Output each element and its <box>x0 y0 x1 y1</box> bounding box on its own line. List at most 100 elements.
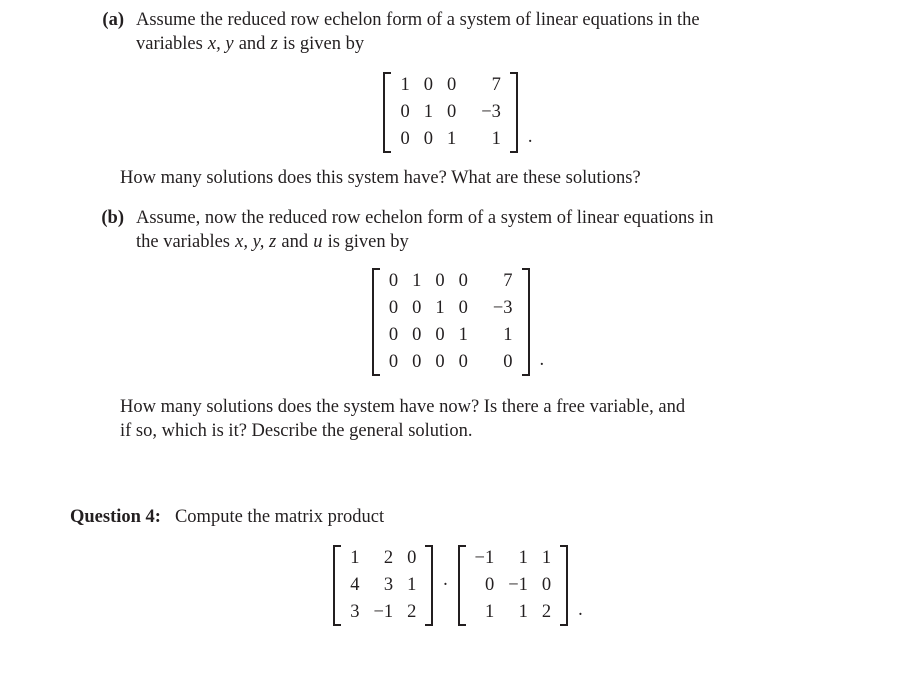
matrix-factor1-cell: 3 <box>350 602 360 622</box>
matrix-b-cell: 7 <box>503 271 513 291</box>
exercise-item-a: (a) Assume the reduced row echelon form … <box>78 8 790 56</box>
matrix-b-cell: 0 <box>458 271 468 291</box>
matrix-factor2-cell: 1 <box>518 602 528 622</box>
matrix-b-cell: 1 <box>412 271 422 291</box>
matrix-factor2-cell: −1 <box>474 548 495 568</box>
matrix-b-row: 0 0 0 1 1 <box>382 322 520 349</box>
matrix-b-cell: 0 <box>412 352 422 372</box>
matrix-a-cell: 7 <box>491 75 501 95</box>
matrix-b-cell: 0 <box>503 352 513 372</box>
matrix-factor1-cell: −1 <box>373 602 394 622</box>
item-b-line2-pre: the variables <box>136 232 235 252</box>
matrix-factor2-cell: 1 <box>484 602 495 622</box>
exercise-item-b: (b) Assume, now the reduced row echelon … <box>78 206 794 254</box>
matrix-a-trailing-period: . <box>527 127 533 147</box>
matrix-b-cell: 0 <box>388 352 399 372</box>
matrix-a-cell: 1 <box>491 129 501 149</box>
matrix-b-cell: −3 <box>492 298 513 318</box>
item-b-line2-post: is given by <box>322 232 409 252</box>
matrix-b-cell: 0 <box>435 325 445 345</box>
bracket-right-icon <box>508 72 518 153</box>
bracket-right-icon <box>423 545 434 626</box>
matrix-factor2-row: 1 1 2 <box>468 599 559 626</box>
matrix-factor1-cell: 1 <box>407 575 417 595</box>
matrix-a-display: 1 0 0 7 0 1 0 −3 0 0 1 1 . <box>0 72 916 153</box>
matrix-a-cell: 0 <box>400 102 410 122</box>
item-b-variables-xyz: x, y, z <box>235 232 277 252</box>
matrix-factor1-cell: 1 <box>350 548 360 568</box>
item-a-line2-post: is given by <box>278 34 365 54</box>
matrix-b-cell: 1 <box>503 325 513 345</box>
question-4-text: Compute the matrix product <box>174 507 385 527</box>
bracket-left-icon <box>371 268 382 376</box>
matrix-a-row: 0 1 0 −3 <box>393 99 507 126</box>
matrix-a-cell: 0 <box>446 102 457 122</box>
matrix-factor2-cell: 0 <box>541 575 552 595</box>
bracket-left-icon <box>457 545 468 626</box>
prompt-a-text: How many solutions does this system have… <box>120 168 641 188</box>
matrix-a-cell: 1 <box>446 129 457 149</box>
bracket-right-icon <box>520 268 530 376</box>
matrix-factor2-cell: −1 <box>508 575 528 595</box>
matrix-a-table: 1 0 0 7 0 1 0 −3 0 0 1 1 <box>393 72 507 153</box>
matrix-b-cell: 1 <box>458 325 468 345</box>
prompt-b-line1: How many solutions does the system have … <box>120 397 686 417</box>
matrix-b-cell: 0 <box>435 352 445 372</box>
item-b-label: (b) <box>101 208 124 228</box>
question-4-label: Question 4: <box>70 507 161 527</box>
matrix-factor1-row: 1 2 0 <box>343 545 423 572</box>
matrix-product: 1 2 0 4 3 1 3 −1 2 · −1 1 1 0 −1 0 1 1 2… <box>333 545 583 626</box>
item-b-line2: the variables x, y, z and u is given by <box>136 230 794 254</box>
matrix-b-row: 0 0 0 0 0 <box>382 349 520 376</box>
matrix-a-cell: 1 <box>400 75 410 95</box>
item-a-line1-text: Assume the reduced row echelon form of a… <box>136 10 700 30</box>
question-4-heading: Question 4: Compute the matrix product <box>70 505 850 529</box>
matrix-factor2-row: 0 −1 0 <box>468 572 559 599</box>
matrix-b-table: 0 1 0 0 7 0 0 1 0 −3 0 0 0 1 1 0 0 0 0 0 <box>382 268 520 376</box>
matrix-product-display: 1 2 0 4 3 1 3 −1 2 · −1 1 1 0 −1 0 1 1 2… <box>0 545 916 626</box>
matrix-factor1-cell: 2 <box>383 548 394 568</box>
matrix-a-cell: −3 <box>481 102 501 122</box>
matrix-a-row: 0 0 1 1 <box>393 126 507 153</box>
matrix-b-cell: 0 <box>412 298 422 318</box>
matrix-factor2-cell: 2 <box>541 602 552 622</box>
item-b-line2-mid: and <box>276 232 313 252</box>
matrix-b-display: 0 1 0 0 7 0 0 1 0 −3 0 0 0 1 1 0 0 0 0 0… <box>0 268 916 376</box>
matrix-factor1-row: 3 −1 2 <box>343 599 423 626</box>
matrix-a-row: 1 0 0 7 <box>393 72 507 99</box>
matrix-b-row: 0 0 1 0 −3 <box>382 295 520 322</box>
item-b-body: Assume, now the reduced row echelon form… <box>136 206 794 254</box>
matrix-product-trailing-period: . <box>578 600 583 620</box>
matrix-a-cell: 0 <box>446 75 457 95</box>
matrix-a-cell: 0 <box>423 129 433 149</box>
matrix-a: 1 0 0 7 0 1 0 −3 0 0 1 1 . <box>383 72 533 153</box>
matrix-factor1-table: 1 2 0 4 3 1 3 −1 2 <box>343 545 423 626</box>
matrix-b-cell: 0 <box>388 325 399 345</box>
matrix-b-cell: 1 <box>435 298 445 318</box>
matrix-factor2-cell: 0 <box>484 575 495 595</box>
prompt-a: How many solutions does this system have… <box>120 166 792 190</box>
item-b-line1-text: Assume, now the reduced row echelon form… <box>136 208 714 228</box>
matrix-b-cell: 0 <box>435 271 445 291</box>
matrix-factor2-table: −1 1 1 0 −1 0 1 1 2 <box>468 545 559 626</box>
matrix-b-trailing-period: . <box>539 350 545 370</box>
bracket-left-icon <box>333 545 343 626</box>
item-a-line2: variables x, y and z is given by <box>136 32 790 56</box>
matrix-b-cell: 0 <box>388 271 399 291</box>
item-a-variables-xy: x, y <box>207 34 234 54</box>
item-a-label: (a) <box>102 10 124 30</box>
matrix-b: 0 1 0 0 7 0 0 1 0 −3 0 0 0 1 1 0 0 0 0 0… <box>371 268 545 376</box>
matrix-factor1-cell: 4 <box>350 575 360 595</box>
bracket-left-icon <box>383 72 393 153</box>
bracket-right-icon <box>558 545 569 626</box>
matrix-b-row: 0 1 0 0 7 <box>382 268 520 295</box>
item-b-variable-u: u <box>313 232 323 252</box>
matrix-factor2-cell: 1 <box>541 548 552 568</box>
matrix-a-cell: 0 <box>423 75 433 95</box>
matrix-factor2-cell: 1 <box>518 548 528 568</box>
item-a-body: Assume the reduced row echelon form of a… <box>136 8 790 56</box>
matrix-factor1-cell: 0 <box>407 548 417 568</box>
item-a-line2-mid: and <box>234 34 271 54</box>
document-page: (a) Assume the reduced row echelon form … <box>0 0 916 674</box>
matrix-b-cell: 0 <box>458 352 468 372</box>
